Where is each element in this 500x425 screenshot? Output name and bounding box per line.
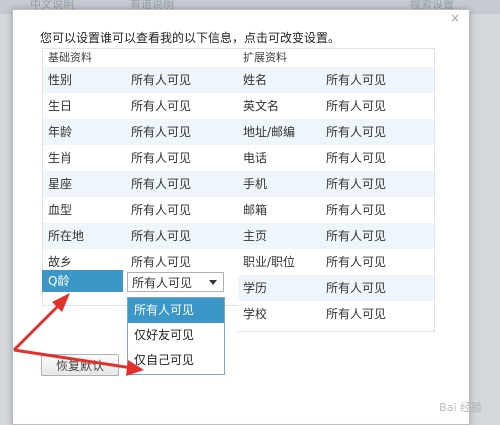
row-label: 学历 [243, 281, 268, 295]
row-visibility[interactable]: 所有人可见 [326, 67, 386, 93]
row-visibility[interactable]: 所有人可见 [326, 119, 386, 145]
close-icon[interactable]: × [449, 12, 461, 24]
chevron-down-icon[interactable] [209, 280, 217, 285]
basic-info-panel: 基础资料 性别 所有人可见 生日 所有人可见 年龄 所有人可见 生肖 所有人可见… [42, 48, 240, 306]
row-label: 地址/邮编 [243, 125, 296, 139]
row-label: 血型 [48, 203, 73, 217]
row-label: 职业/职位 [243, 255, 296, 269]
row-visibility[interactable]: 所有人可见 [326, 301, 386, 327]
basic-row-birthday[interactable]: 生日 所有人可见 [43, 93, 239, 119]
row-visibility[interactable]: 所有人可见 [131, 93, 191, 119]
row-visibility[interactable]: 所有人可见 [131, 171, 191, 197]
row-visibility[interactable]: 所有人可见 [326, 93, 386, 119]
extended-row-school[interactable]: 学校 所有人可见 [238, 301, 434, 327]
extended-row-occupation[interactable]: 职业/职位 所有人可见 [238, 249, 434, 275]
row-visibility[interactable]: 所有人可见 [326, 223, 386, 249]
row-visibility[interactable]: 所有人可见 [326, 249, 386, 275]
basic-row-age[interactable]: 年龄 所有人可见 [43, 119, 239, 145]
basic-row-constellation[interactable]: 星座 所有人可见 [43, 171, 239, 197]
qq-age-label: Q龄 [42, 270, 123, 292]
row-label: 星座 [48, 177, 73, 191]
restore-default-button[interactable]: 恢复默认 [41, 354, 119, 376]
extended-info-panel: 扩展资料 姓名 所有人可见 英文名 所有人可见 地址/邮编 所有人可见 电话 所… [238, 48, 435, 332]
qq-age-row[interactable]: Q龄 [42, 270, 123, 292]
row-visibility[interactable]: 所有人可见 [131, 197, 191, 223]
extended-row-mobile[interactable]: 手机 所有人可见 [238, 171, 434, 197]
row-label: 所在地 [48, 229, 85, 243]
option-everyone[interactable]: 所有人可见 [128, 298, 224, 323]
visibility-dropdown-menu: 所有人可见 仅好友可见 仅自己可见 [127, 297, 225, 375]
row-visibility[interactable]: 所有人可见 [326, 145, 386, 171]
row-label: 邮箱 [243, 203, 268, 217]
row-label: 生肖 [48, 151, 73, 165]
row-visibility[interactable]: 所有人可见 [326, 275, 386, 301]
row-label: 电话 [243, 151, 268, 165]
extended-row-email[interactable]: 邮箱 所有人可见 [238, 197, 434, 223]
row-label: 年龄 [48, 125, 73, 139]
row-label: 性别 [48, 73, 73, 87]
row-label: 英文名 [243, 99, 280, 113]
extended-row-education[interactable]: 学历 所有人可见 [238, 275, 434, 301]
row-label: 姓名 [243, 73, 268, 87]
option-friends-only[interactable]: 仅好友可见 [128, 323, 224, 348]
qq-age-visibility-select[interactable]: 所有人可见 [127, 272, 224, 292]
extended-row-english-name[interactable]: 英文名 所有人可见 [238, 93, 434, 119]
basic-info-title: 基础资料 [48, 51, 92, 64]
basic-row-blood-type[interactable]: 血型 所有人可见 [43, 197, 239, 223]
basic-row-zodiac-animal[interactable]: 生肖 所有人可见 [43, 145, 239, 171]
option-only-me[interactable]: 仅自己可见 [128, 348, 224, 373]
row-visibility[interactable]: 所有人可见 [326, 171, 386, 197]
row-visibility[interactable]: 所有人可见 [131, 145, 191, 171]
row-visibility[interactable]: 所有人可见 [131, 223, 191, 249]
row-label: 主页 [243, 229, 268, 243]
row-label: 手机 [243, 177, 268, 191]
basic-row-location[interactable]: 所在地 所有人可见 [43, 223, 239, 249]
row-visibility[interactable]: 所有人可见 [131, 119, 191, 145]
extended-row-address[interactable]: 地址/邮编 所有人可见 [238, 119, 434, 145]
row-label: 生日 [48, 99, 73, 113]
extended-info-title: 扩展资料 [243, 51, 287, 64]
watermark: Bai 经验 [439, 401, 482, 414]
row-label: 学校 [243, 307, 268, 321]
row-visibility[interactable]: 所有人可见 [326, 197, 386, 223]
extended-row-name[interactable]: 姓名 所有人可见 [238, 67, 434, 93]
select-value: 所有人可见 [132, 276, 193, 290]
extended-row-homepage[interactable]: 主页 所有人可见 [238, 223, 434, 249]
extended-row-phone[interactable]: 电话 所有人可见 [238, 145, 434, 171]
row-visibility[interactable]: 所有人可见 [131, 67, 191, 93]
intro-text: 您可以设置谁可以查看我的以下信息，点击可改变设置。 [40, 31, 341, 45]
basic-row-gender[interactable]: 性别 所有人可见 [43, 67, 239, 93]
